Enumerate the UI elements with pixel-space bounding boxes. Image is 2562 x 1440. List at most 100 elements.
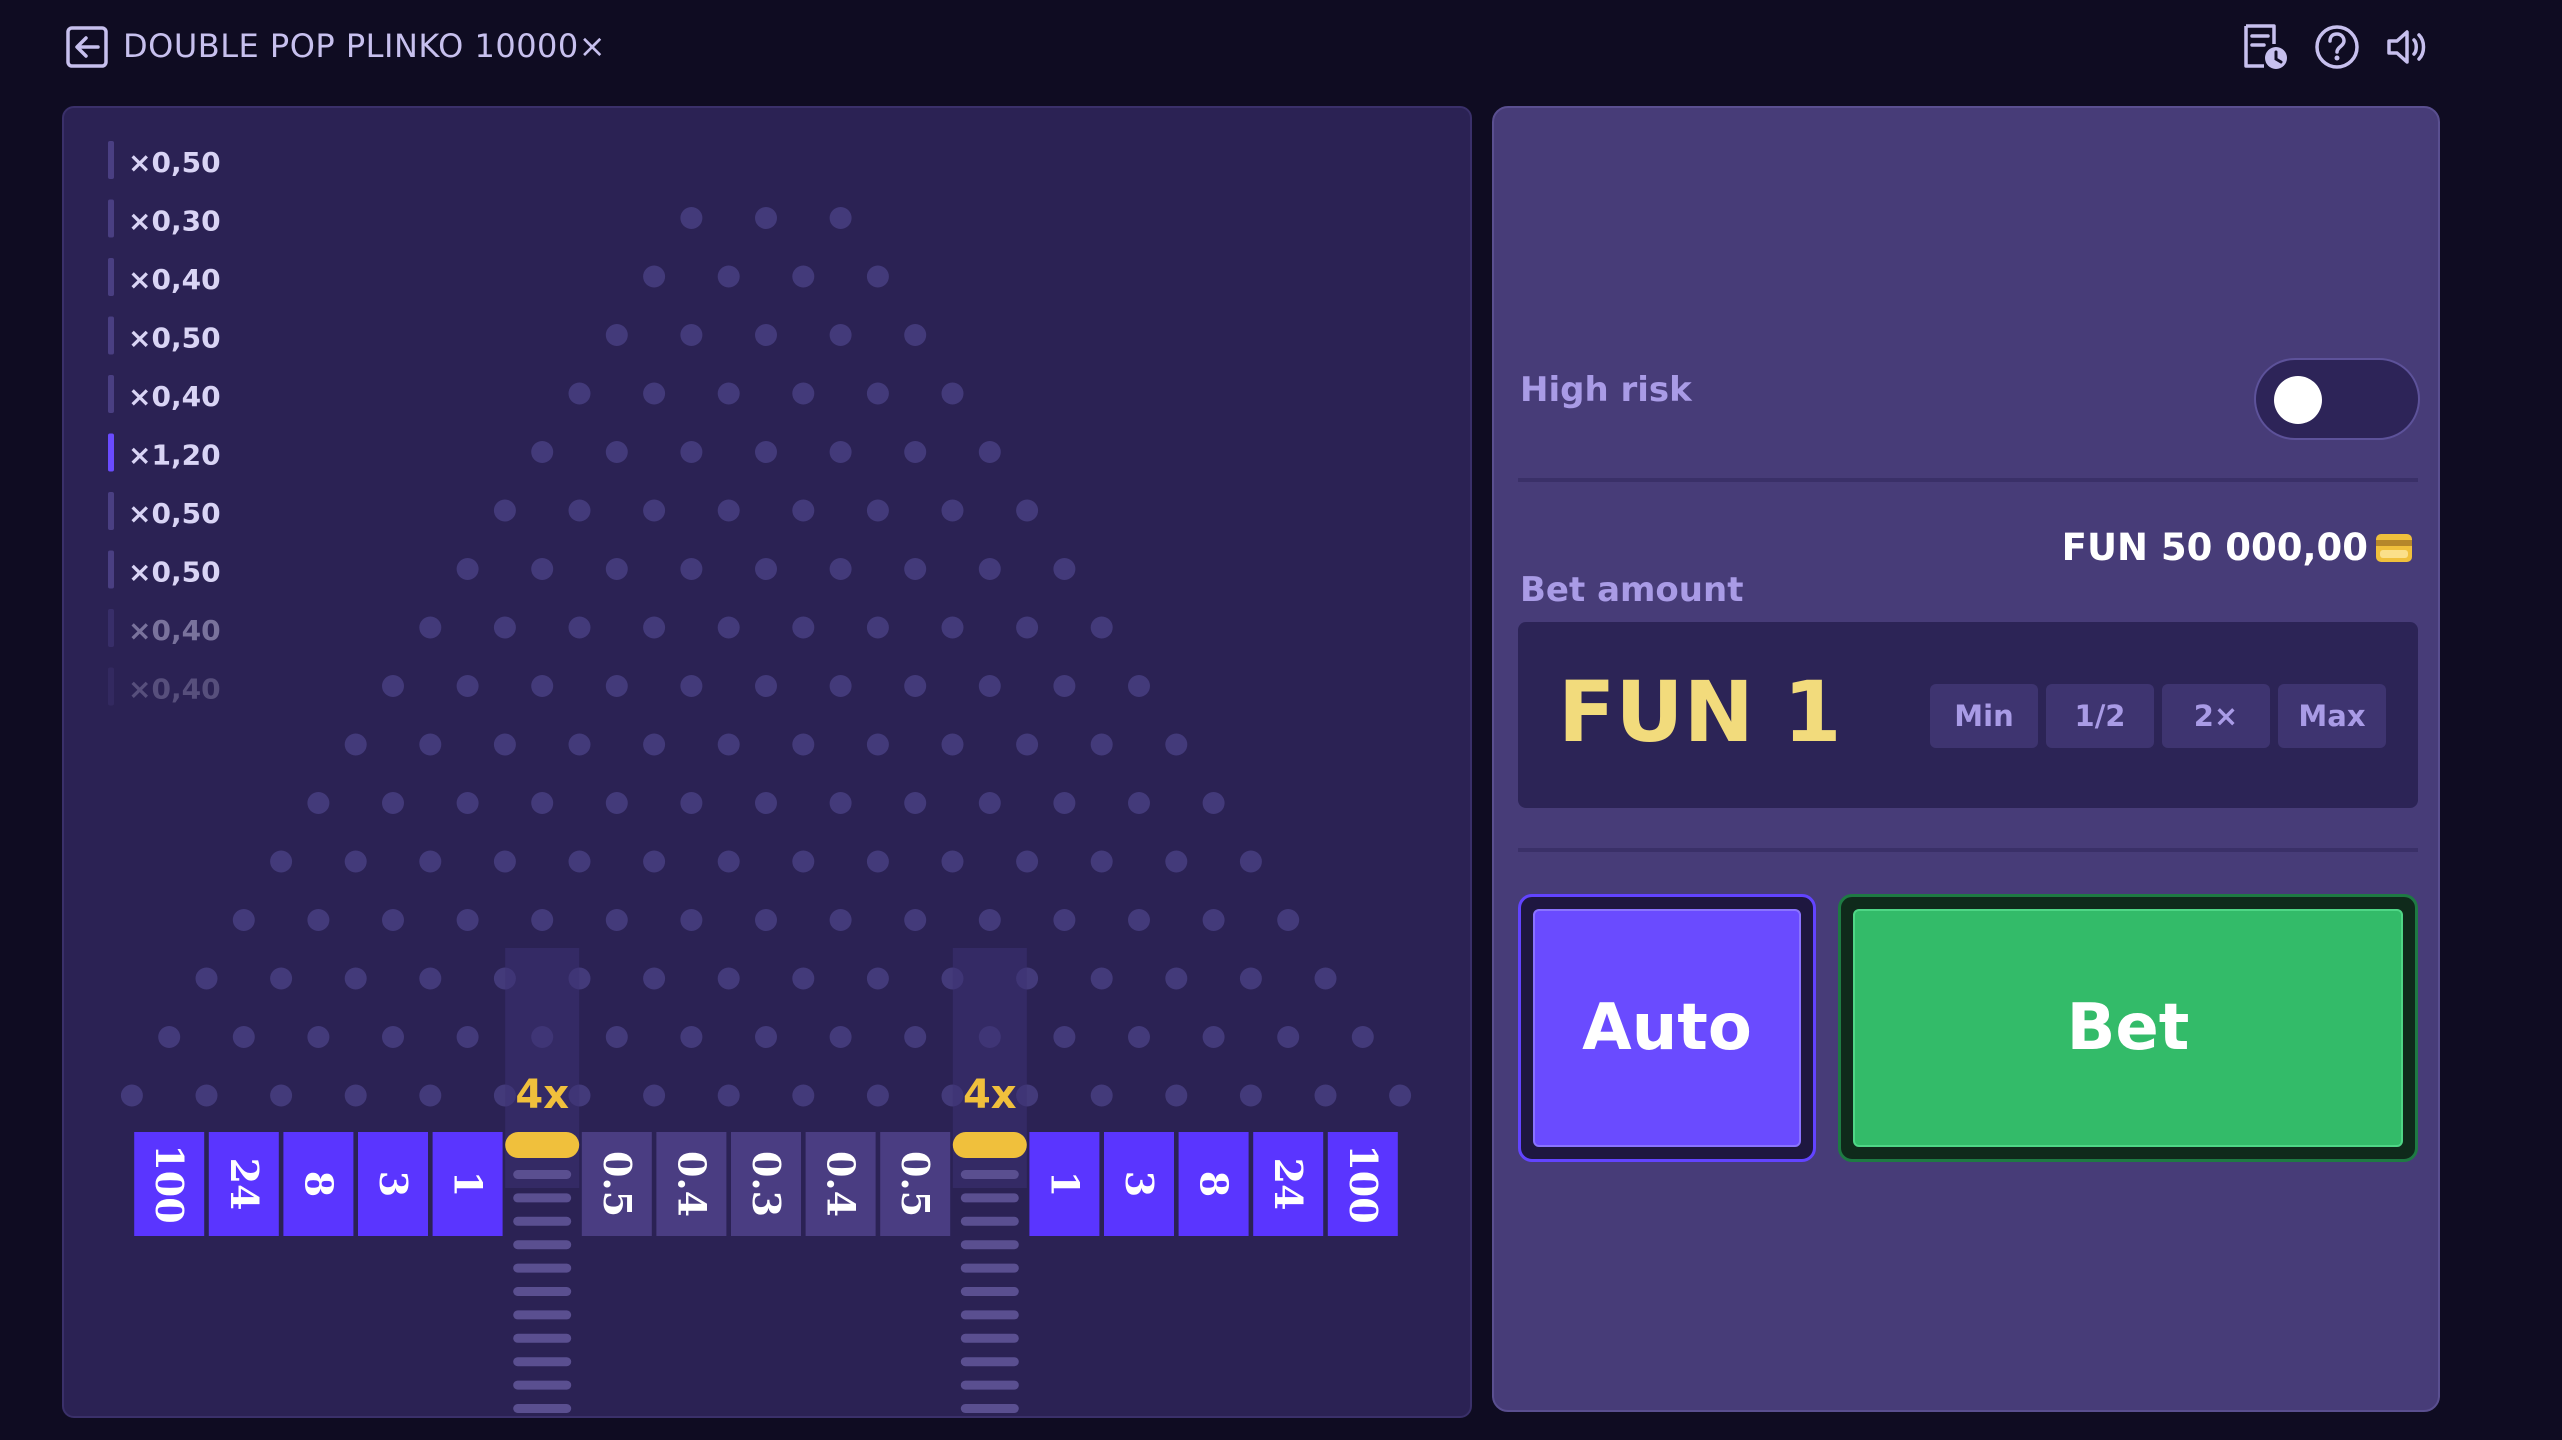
multiplier-label: 8 [296,1171,341,1197]
peg [643,733,666,756]
peg [1351,1026,1374,1048]
peg [456,792,479,814]
bet-button-label: Bet [1853,909,2403,1147]
history-item: ×0,40 [128,614,221,647]
high-risk-toggle[interactable] [2254,358,2420,440]
peg [568,616,591,639]
peg [904,792,927,814]
peg [382,909,404,931]
peg [270,967,293,990]
exit-button[interactable] [64,24,110,70]
peg [1016,616,1039,639]
max-button[interactable]: Max [2278,684,2386,748]
peg [307,909,330,931]
peg [866,616,889,639]
peg [866,499,889,522]
peg [755,558,777,580]
peg [568,382,591,405]
peg [1053,792,1076,814]
peg [382,1026,404,1048]
bet-button[interactable]: Bet [1838,894,2418,1162]
peg [344,733,367,756]
peg [904,558,927,580]
plinko-board: ×0,50 ×0,30 ×0,40 ×0,50 ×0,40 ×1,20 ×0,50 ×0,50… [62,106,1472,1418]
peg [792,733,815,756]
special-slot-cap [505,1132,580,1158]
peg [1314,967,1337,990]
peg [531,558,554,580]
peg [941,616,964,639]
peg [1165,967,1188,990]
history-item: ×0,40 [128,263,221,296]
peg [680,792,703,814]
special-slot-label: 4x [515,1072,569,1118]
peg [531,675,554,697]
peg [456,558,479,580]
multiplier-label: 0.3 [744,1151,789,1217]
history-item: ×0,50 [128,322,221,355]
double-button[interactable]: 2× [2162,684,2270,748]
min-button[interactable]: Min [1930,684,2038,748]
peg [1053,675,1076,697]
bet-amount-field[interactable]: FUN 1 Min 1/2 2× Max [1518,622,2418,808]
peg [605,441,628,463]
history-marker [108,433,114,472]
sound-button[interactable] [2380,20,2434,74]
spring-coil [960,1380,1019,1390]
peg [419,616,442,639]
help-button[interactable] [2310,20,2364,74]
peg [755,792,777,814]
peg [568,850,591,873]
peg [382,792,404,814]
peg [717,382,740,405]
peg [1016,733,1039,756]
multiplier-label: 1 [446,1171,491,1197]
spring-coil [513,1333,572,1343]
peg [232,909,255,931]
peg [680,558,703,580]
half-button[interactable]: 1/2 [2046,684,2154,748]
peg [1277,909,1300,931]
peg [1090,733,1113,756]
peg [978,792,1001,814]
peg [605,1026,628,1048]
peg [1090,1084,1113,1107]
multiplier-label: 24 [222,1158,267,1211]
history-marker [108,550,114,589]
peg [493,499,516,522]
history-button[interactable] [2238,20,2292,74]
history-icon [2244,24,2287,69]
wallet-icon [2376,534,2412,562]
history-marker [108,609,114,647]
peg [195,967,218,990]
peg [493,850,516,873]
peg [1202,909,1225,931]
history-marker [108,667,114,706]
history-item: ×0,50 [128,497,221,530]
peg [643,967,666,990]
peg [456,909,479,931]
peg [755,675,777,697]
sound-icon [2387,30,2426,64]
peg [904,675,927,697]
peg [755,207,777,229]
peg [456,1026,479,1048]
peg [829,441,852,463]
peg [755,324,777,346]
multiplier-label: 3 [1117,1171,1162,1197]
peg [829,558,852,580]
peg [866,967,889,990]
peg [568,733,591,756]
peg [344,967,367,990]
peg [195,1084,218,1107]
auto-button[interactable]: Auto [1518,894,1816,1162]
peg [866,265,889,288]
multiplier-label: 0.5 [595,1151,640,1217]
peg [643,1084,666,1107]
peg [568,499,591,522]
peg [680,909,703,931]
game-title: DOUBLE POP PLINKO 10000× [123,27,607,65]
spring-coil [513,1287,572,1296]
peg [1128,792,1150,814]
peg [1314,1084,1337,1107]
